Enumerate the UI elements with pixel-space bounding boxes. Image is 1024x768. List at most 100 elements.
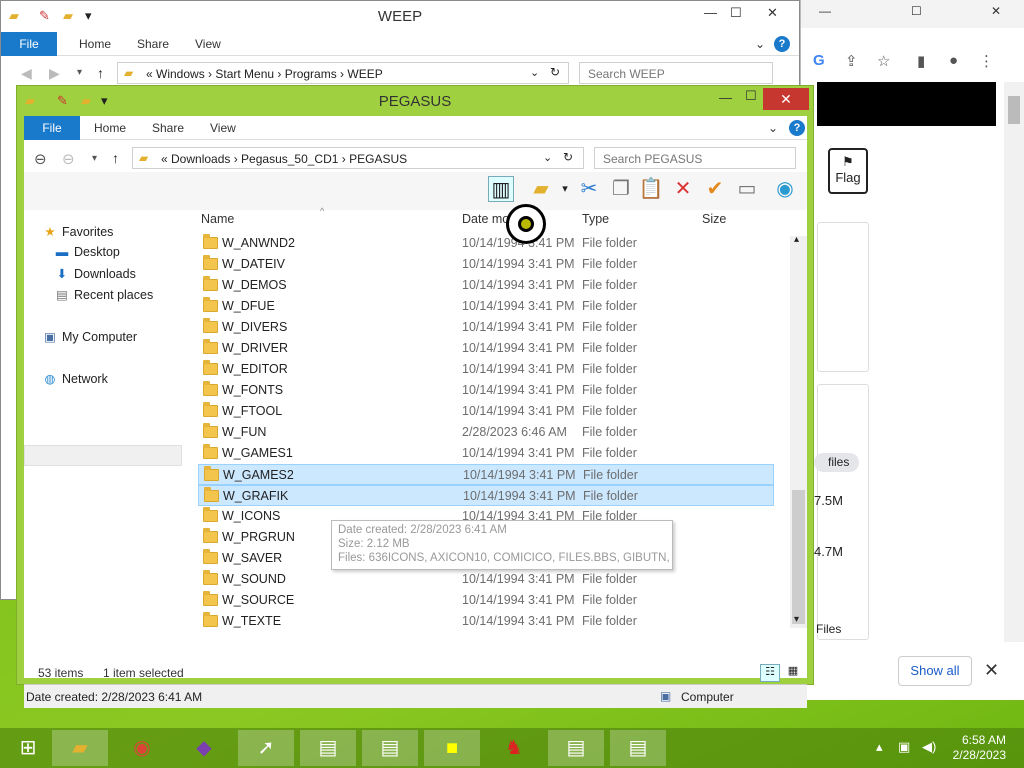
column-header-type[interactable]: Type	[582, 212, 609, 226]
column-header-date[interactable]: Date mo	[462, 212, 509, 226]
weep-close-button[interactable]: ✕	[767, 5, 778, 21]
weep-tab-file[interactable]: File	[1, 32, 57, 56]
table-row[interactable]: W_TEXTE 10/14/1994 3:41 PM File folder	[198, 611, 774, 632]
google-icon[interactable]: G	[813, 52, 825, 69]
browser-close-button[interactable]: ✕	[991, 4, 1001, 18]
taskbar-window-icon[interactable]: ▤	[548, 730, 604, 766]
files-pill[interactable]: files	[814, 453, 860, 472]
scroll-thumb[interactable]	[792, 490, 805, 624]
browser-minimize-button[interactable]: —	[819, 4, 831, 18]
nav-network[interactable]: ◍ Network	[42, 371, 108, 386]
pegasus-maximize-button[interactable]: ☐	[745, 88, 757, 104]
taskbar-window-icon[interactable]: ▤	[362, 730, 418, 766]
expand-ribbon-icon[interactable]: ⌄	[768, 121, 778, 135]
rename-icon[interactable]: ▭	[734, 176, 760, 202]
weep-tab-home[interactable]: Home	[79, 37, 111, 51]
browser-scrollbar[interactable]	[1004, 82, 1024, 642]
scroll-down-icon[interactable]: ▾	[794, 614, 799, 625]
recent-dropdown-icon[interactable]: ▾	[77, 67, 82, 78]
table-row[interactable]: W_SOURCE 10/14/1994 3:41 PM File folder	[198, 590, 774, 611]
taskbar-monster-app-icon[interactable]: ♞	[486, 730, 542, 766]
table-row[interactable]: W_GAMES1 10/14/1994 3:41 PM File folder	[198, 443, 774, 464]
table-row[interactable]: W_DATEIV 10/14/1994 3:41 PM File folder	[198, 254, 774, 275]
taskbar-window-icon[interactable]: ▤	[610, 730, 666, 766]
back-icon[interactable]: ⊖	[34, 150, 47, 168]
paste-icon[interactable]: 📋	[638, 176, 664, 202]
clock[interactable]: 6:58 AM 2/28/2023	[953, 733, 1006, 763]
nav-my-computer[interactable]: ▣ My Computer	[42, 329, 137, 344]
volume-icon[interactable]: ◀)	[922, 739, 936, 755]
pegasus-search-input[interactable]: Search PEGASUS	[594, 147, 796, 169]
browser-scroll-thumb[interactable]	[1008, 96, 1020, 124]
weep-tab-share[interactable]: Share	[137, 37, 169, 51]
preview-pane-icon[interactable]: ▥	[488, 176, 514, 202]
copy-icon[interactable]: ❐	[608, 176, 634, 202]
show-all-button[interactable]: Show all	[898, 656, 972, 686]
taskbar-window-icon[interactable]: ▤	[300, 730, 356, 766]
menu-dots-icon[interactable]: ⋮	[979, 52, 994, 70]
taskbar-file-explorer-icon[interactable]: ▰	[52, 730, 108, 766]
share-icon[interactable]: ⇪	[845, 52, 858, 70]
pegasus-minimize-button[interactable]: —	[719, 90, 732, 105]
table-row[interactable]: W_DRIVER 10/14/1994 3:41 PM File folder	[198, 338, 774, 359]
table-row[interactable]: W_FTOOL 10/14/1994 3:41 PM File folder	[198, 401, 774, 422]
flag-button[interactable]: ⚑ Flag	[828, 148, 868, 194]
help-icon[interactable]: ?	[774, 36, 790, 52]
table-row[interactable]: W_DFUE 10/14/1994 3:41 PM File folder	[198, 296, 774, 317]
side-panel-icon[interactable]: ▮	[917, 52, 925, 70]
recent-dropdown-icon[interactable]: ▾	[92, 153, 97, 164]
weep-minimize-button[interactable]: —	[704, 5, 717, 20]
taskbar-chrome-icon[interactable]: ◉	[114, 730, 170, 766]
address-dropdown-icon[interactable]: ⌄	[530, 66, 539, 79]
nav-desktop[interactable]: ▬ Desktop	[54, 245, 120, 259]
download-bar-close-icon[interactable]: ✕	[984, 660, 999, 681]
cut-icon[interactable]: ✂	[576, 176, 602, 202]
weep-search-input[interactable]: Search WEEP	[579, 62, 773, 84]
nav-recent-places[interactable]: ▤ Recent places	[54, 287, 153, 302]
bookmark-star-icon[interactable]: ☆	[877, 52, 890, 70]
table-row[interactable]: W_FUN 2/28/2023 6:46 AM File folder	[198, 422, 774, 443]
column-header-size[interactable]: Size	[702, 212, 726, 226]
start-button-windows-icon[interactable]: ⊞	[0, 730, 56, 766]
column-header-name[interactable]: Name	[201, 212, 234, 226]
table-row[interactable]: W_DEMOS 10/14/1994 3:41 PM File folder	[198, 275, 774, 296]
table-row[interactable]: W_SOUND 10/14/1994 3:41 PM File folder	[198, 569, 774, 590]
table-row[interactable]: W_GRAFIK 10/14/1994 3:41 PM File folder	[198, 485, 774, 506]
table-row[interactable]: W_FONTS 10/14/1994 3:41 PM File folder	[198, 380, 774, 401]
expand-ribbon-icon[interactable]: ⌄	[755, 37, 765, 51]
pegasus-tab-file[interactable]: File	[24, 116, 80, 140]
table-row[interactable]: W_GAMES2 10/14/1994 3:41 PM File folder	[198, 464, 774, 485]
tray-overflow-icon[interactable]: ▴	[876, 739, 883, 755]
profile-icon[interactable]: ●	[949, 52, 958, 69]
pegasus-tab-view[interactable]: View	[210, 121, 236, 135]
forward-icon[interactable]: ⊖	[62, 150, 75, 168]
move-to-icon[interactable]: ▰	[528, 176, 554, 202]
refresh-icon[interactable]: ↻	[550, 65, 560, 79]
table-row[interactable]: W_ANWND2 10/14/1994 3:41 PM File folder	[198, 233, 774, 254]
large-icons-view-icon[interactable]: ▦	[784, 664, 802, 682]
nav-downloads[interactable]: ⬇ Downloads	[54, 266, 136, 281]
forward-icon[interactable]: ▶	[49, 65, 60, 82]
pegasus-address-bar[interactable]: ▰ « Downloads › Pegasus_50_CD1 › PEGASUS…	[132, 147, 584, 169]
file-list-scrollbar[interactable]: ▴ ▾	[790, 234, 807, 628]
pegasus-tab-share[interactable]: Share	[152, 121, 184, 135]
delete-icon[interactable]: ✕	[670, 176, 696, 202]
back-icon[interactable]: ◀	[21, 65, 32, 82]
browser-maximize-button[interactable]: ☐	[911, 4, 922, 18]
weep-address-bar[interactable]: ▰ « Windows › Start Menu › Programs › WE…	[117, 62, 569, 84]
taskbar-cursor-app-icon[interactable]: ➚	[238, 730, 294, 766]
weep-maximize-button[interactable]: ☐	[730, 5, 742, 21]
refresh-icon[interactable]: ↻	[563, 150, 573, 164]
table-row[interactable]: W_DIVERS 10/14/1994 3:41 PM File folder	[198, 317, 774, 338]
network-tray-icon[interactable]: ▣	[898, 739, 910, 755]
address-dropdown-icon[interactable]: ⌄	[543, 151, 552, 164]
taskbar-visual-studio-icon[interactable]: ◆	[176, 730, 232, 766]
properties-globe-icon[interactable]: ◉	[772, 176, 798, 202]
details-view-icon[interactable]: ☷	[760, 664, 780, 682]
up-icon[interactable]: ↑	[112, 150, 119, 166]
nav-favorites[interactable]: ★ Favorites	[42, 224, 113, 239]
help-icon[interactable]: ?	[789, 120, 805, 136]
taskbar-face-app-icon[interactable]: ■	[424, 730, 480, 766]
move-dropdown-icon[interactable]: ▾	[552, 176, 578, 202]
up-icon[interactable]: ↑	[97, 65, 104, 81]
